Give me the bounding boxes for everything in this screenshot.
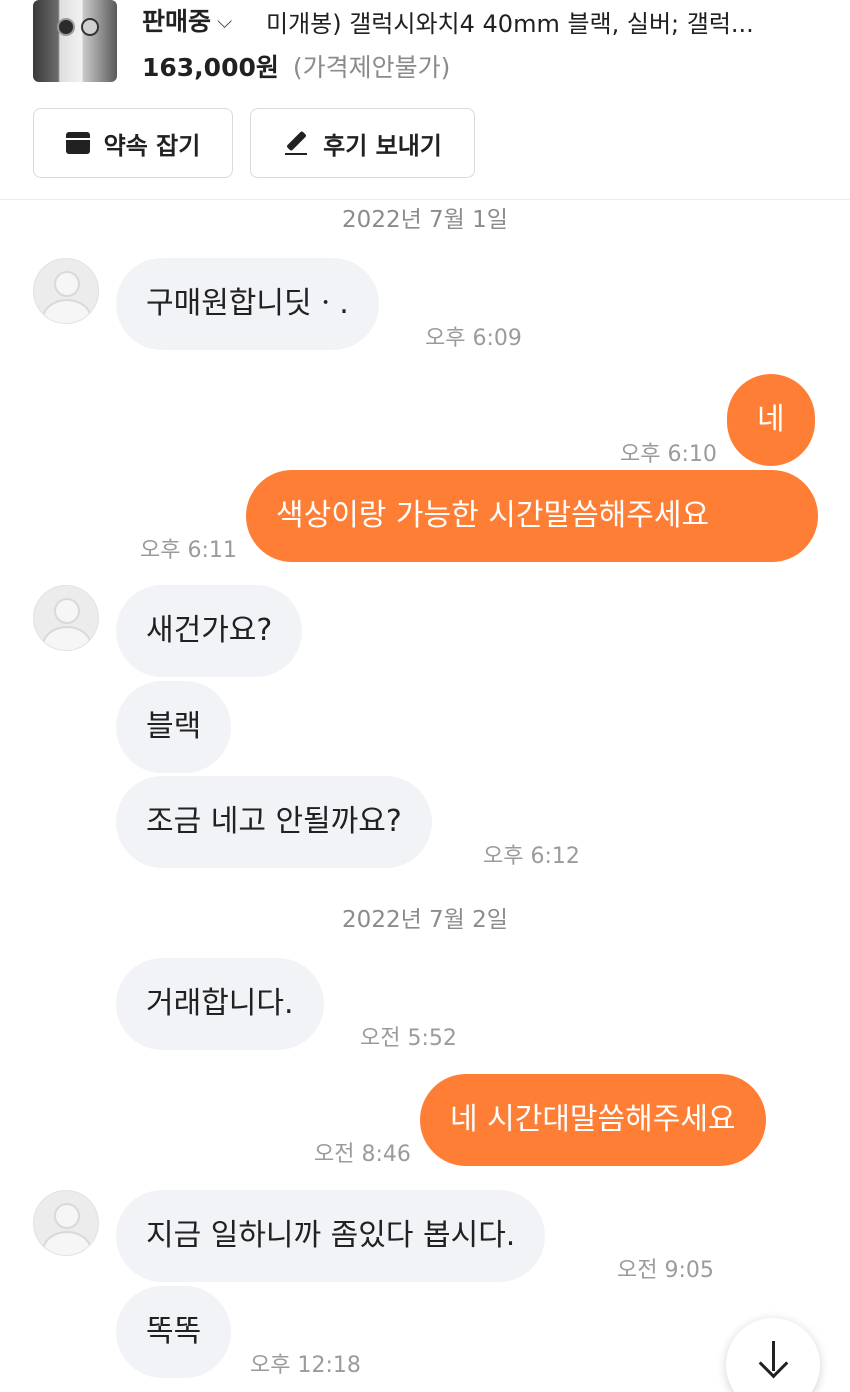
watch-image-black xyxy=(57,18,75,36)
date-separator: 2022년 7월 1일 xyxy=(342,207,508,233)
avatar[interactable] xyxy=(33,1190,99,1256)
sale-status-dropdown[interactable]: 판매중 ⌵ xyxy=(142,2,232,38)
message-time: 오후 6:11 xyxy=(140,538,237,563)
product-price: 163,000원 xyxy=(142,53,279,82)
calendar-icon xyxy=(65,132,90,154)
make-appointment-label: 약속 잡기 xyxy=(103,131,201,160)
product-thumbnail[interactable] xyxy=(33,0,117,82)
incoming-message[interactable]: 블랙 xyxy=(116,681,232,773)
message-time: 오후 12:18 xyxy=(250,1353,361,1378)
incoming-message[interactable]: 새건가요? xyxy=(116,585,303,677)
chevron-down-icon: ⌵ xyxy=(217,9,233,33)
message-time: 오전 8:46 xyxy=(314,1142,411,1167)
watch-image-silver xyxy=(81,18,99,36)
price-note: (가격제안불가) xyxy=(292,53,451,82)
outgoing-message[interactable]: 색상이랑 가능한 시간말씀해주세요 xyxy=(246,470,818,562)
outgoing-message[interactable]: 네 시간대말씀해주세요 xyxy=(420,1074,766,1166)
message-time: 오후 6:12 xyxy=(483,844,580,869)
avatar[interactable] xyxy=(33,258,99,324)
message-time: 오전 5:52 xyxy=(360,1026,457,1051)
date-separator: 2022년 7월 2일 xyxy=(342,907,508,933)
message-time: 오전 9:05 xyxy=(617,1258,714,1283)
incoming-message[interactable]: 지금 일하니까 좀있다 봅시다. xyxy=(116,1190,546,1282)
product-header: 판매중 ⌵ 미개봉) 갤럭시와치4 40mm 블랙, 실버; 갤럭... 163… xyxy=(0,0,850,200)
sale-status-label: 판매중 xyxy=(142,7,212,36)
avatar-face xyxy=(54,271,80,297)
make-appointment-button[interactable]: 약속 잡기 xyxy=(33,108,233,178)
avatar-body xyxy=(42,1231,92,1255)
incoming-message[interactable]: 구매원합니딧ㆍ. xyxy=(116,258,379,350)
message-time: 오후 6:10 xyxy=(620,442,717,467)
scroll-to-bottom-button[interactable] xyxy=(726,1318,820,1392)
avatar-body xyxy=(42,299,92,323)
message-time: 오후 6:09 xyxy=(425,326,522,351)
incoming-message[interactable]: 조금 네고 안될까요? xyxy=(116,776,432,868)
avatar-face xyxy=(54,1203,80,1229)
send-review-button[interactable]: 후기 보내기 xyxy=(250,108,475,178)
outgoing-message[interactable]: 네 xyxy=(727,374,815,466)
arrow-down-icon xyxy=(758,1339,788,1377)
avatar-body xyxy=(42,626,92,650)
price-row: 163,000원 (가격제안불가) xyxy=(142,48,450,84)
chat-screen: 판매중 ⌵ 미개봉) 갤럭시와치4 40mm 블랙, 실버; 갤럭... 163… xyxy=(0,0,850,1392)
avatar-face xyxy=(54,598,80,624)
incoming-message[interactable]: 거래합니다. xyxy=(116,958,324,1050)
product-title[interactable]: 미개봉) 갤럭시와치4 40mm 블랙, 실버; 갤럭... xyxy=(266,4,826,39)
send-review-label: 후기 보내기 xyxy=(323,131,442,160)
avatar[interactable] xyxy=(33,585,99,651)
pencil-icon xyxy=(283,130,309,156)
incoming-message[interactable]: 똑똑 xyxy=(116,1286,232,1378)
